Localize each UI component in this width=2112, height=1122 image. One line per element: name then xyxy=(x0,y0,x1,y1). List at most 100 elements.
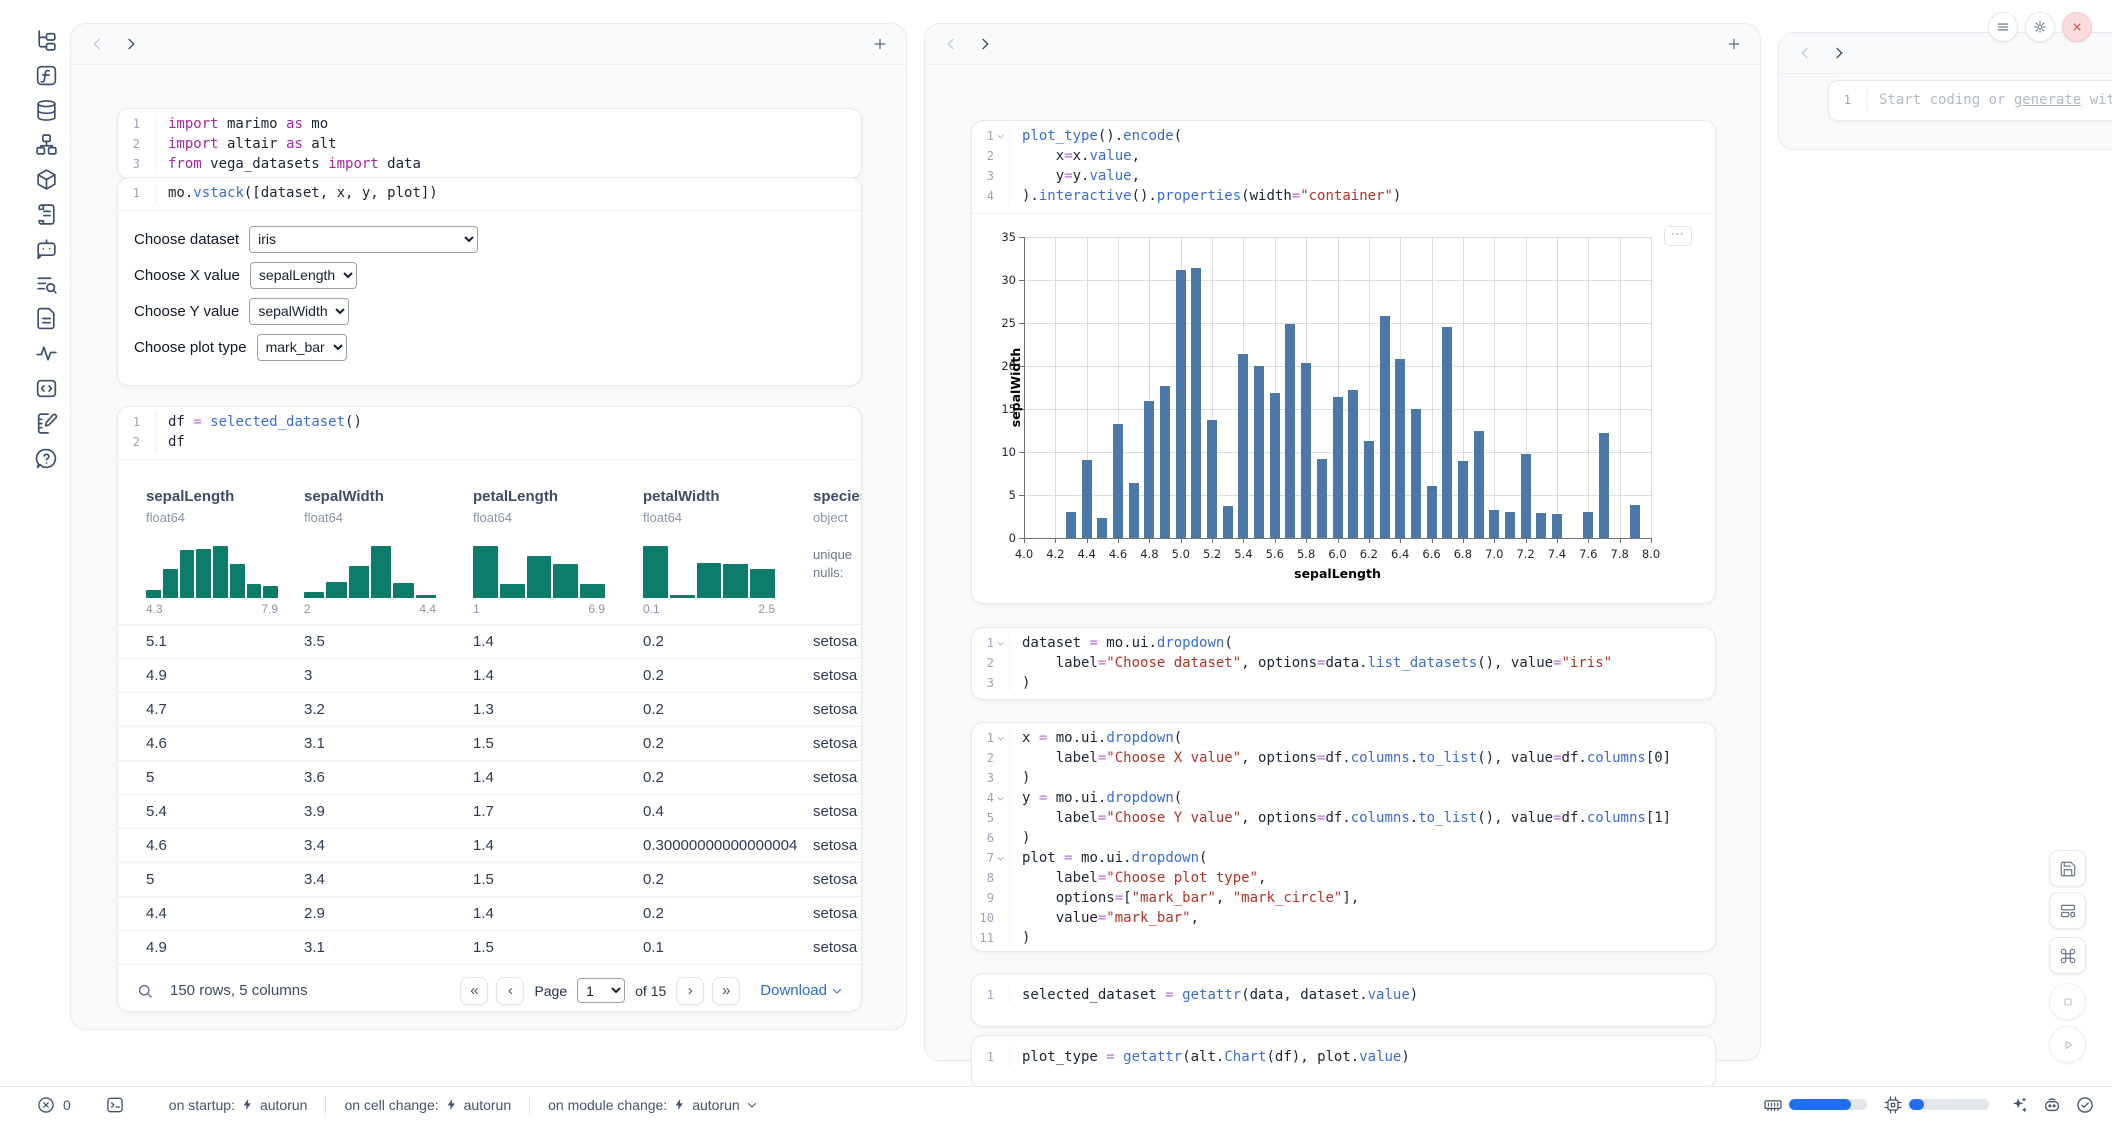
sparkles-icon[interactable] xyxy=(2009,1095,2029,1115)
table-column-header[interactable]: petalWidthfloat640.12.5 xyxy=(643,488,813,618)
sidebar-item-dependency-graph[interactable] xyxy=(34,132,59,157)
on-cell-change-setting[interactable]: on cell change: autorun xyxy=(344,1097,511,1113)
gridline xyxy=(1024,237,1651,238)
cell-vstack[interactable]: 1mo.vstack([dataset, x, y, plot])Choose … xyxy=(117,177,862,386)
table-row[interactable]: 4.73.21.30.2setosa xyxy=(118,692,861,726)
cell-plot-type[interactable]: 1plot_type = getattr(alt.Chart(df), plot… xyxy=(971,1035,1716,1089)
cell-chart[interactable]: 1plot_type().encode(2 x=x.value,3 y=y.va… xyxy=(971,120,1716,604)
cell-editor[interactable]: 1mo.vstack([dataset, x, y, plot]) xyxy=(118,178,861,210)
collapse-chevron-icon[interactable] xyxy=(994,126,1006,146)
cell-editor[interactable]: 1x = mo.ui.dropdown(2 label="Choose X va… xyxy=(972,723,1715,952)
add-cell-button[interactable] xyxy=(1726,36,1742,52)
sidebar-item-scratchpad[interactable] xyxy=(34,411,59,436)
panel-prev-button[interactable] xyxy=(1797,45,1813,61)
errors-icon[interactable] xyxy=(36,1095,56,1115)
collapse-chevron-icon[interactable] xyxy=(994,633,1006,653)
sidebar-item-document[interactable] xyxy=(34,306,59,331)
connection-status-icon[interactable] xyxy=(2075,1095,2095,1115)
search-icon[interactable] xyxy=(136,982,154,1000)
sidebar-item-script[interactable] xyxy=(34,202,59,227)
table-row[interactable]: 53.41.50.2setosa xyxy=(118,862,861,896)
sidebar-item-logs[interactable] xyxy=(34,272,59,297)
gridline xyxy=(1024,323,1651,324)
first-page-button[interactable]: « xyxy=(460,977,488,1005)
cell-editor[interactable]: 1df = selected_dataset()2df xyxy=(118,407,861,459)
plot-type-select[interactable]: mark_bar xyxy=(257,334,347,361)
collapse-chevron-icon[interactable] xyxy=(994,848,1006,868)
settings-button[interactable] xyxy=(2025,12,2055,42)
sidebar-item-file-tree[interactable] xyxy=(34,28,59,53)
sidebar-item-snippets[interactable] xyxy=(34,376,59,401)
on-module-change-setting[interactable]: on module change: autorun xyxy=(548,1097,758,1113)
table-row[interactable]: 4.931.40.2setosa xyxy=(118,658,861,692)
dataset-select[interactable]: iris xyxy=(249,226,478,253)
table-column-header[interactable]: sepalWidthfloat6424.4 xyxy=(304,488,473,618)
y-axis-title: sepalWidth xyxy=(1008,347,1023,426)
last-page-button[interactable]: » xyxy=(712,977,740,1005)
panel-prev-button[interactable] xyxy=(89,36,105,52)
cell-editor[interactable]: 1plot_type = getattr(alt.Chart(df), plot… xyxy=(972,1042,1715,1074)
table-row[interactable]: 5.13.51.40.2setosa xyxy=(118,624,861,658)
terminal-icon[interactable] xyxy=(105,1095,125,1115)
panel-next-button[interactable] xyxy=(977,36,993,52)
sidebar-item-functions[interactable] xyxy=(34,63,59,88)
cell-dataset-dropdown[interactable]: 1dataset = mo.ui.dropdown(2 label="Choos… xyxy=(971,627,1716,700)
cell-xy-dropdowns[interactable]: 1x = mo.ui.dropdown(2 label="Choose X va… xyxy=(971,722,1716,952)
run-button[interactable] xyxy=(2049,1026,2086,1063)
line-number: 3 xyxy=(118,154,140,174)
save-button[interactable] xyxy=(2049,850,2086,887)
code-line: 3 y=y.value, xyxy=(972,166,1715,186)
cell-editor[interactable]: 1dataset = mo.ui.dropdown(2 label="Choos… xyxy=(972,628,1715,700)
sidebar-item-package[interactable] xyxy=(34,167,59,192)
table-column-header[interactable]: sepalLengthfloat644.37.9 xyxy=(146,488,304,618)
table-column-header[interactable]: speciesobjectuniquenulls: xyxy=(813,488,862,618)
table-row[interactable]: 5.43.91.70.4setosa xyxy=(118,794,861,828)
sidebar-item-chat[interactable] xyxy=(34,237,59,262)
next-page-button[interactable]: › xyxy=(676,977,704,1005)
sidebar-item-database[interactable] xyxy=(34,98,59,123)
chart-plot-area[interactable]: 4.04.24.44.64.85.05.25.45.65.86.06.26.46… xyxy=(972,214,1715,601)
x-value-select[interactable]: sepalLength xyxy=(250,262,357,289)
cell-selected-dataset[interactable]: 1selected_dataset = getattr(data, datase… xyxy=(971,973,1716,1027)
layout-button[interactable] xyxy=(2049,892,2086,929)
cell-editor[interactable]: 1plot_type().encode(2 x=x.value,3 y=y.va… xyxy=(972,121,1715,213)
collapse-chevron-icon xyxy=(140,114,152,134)
bot-icon[interactable] xyxy=(2042,1095,2062,1115)
table-row[interactable]: 4.42.91.40.2setosa xyxy=(118,896,861,930)
meta-line: unique xyxy=(813,546,862,564)
table-row[interactable]: 4.63.11.50.2setosa xyxy=(118,726,861,760)
add-cell-button[interactable] xyxy=(872,36,888,52)
shortcuts-button[interactable] xyxy=(2049,937,2086,974)
y-value-select[interactable]: sepalWidth xyxy=(249,298,349,325)
chart-actions-button[interactable]: ⋯ xyxy=(1664,226,1692,246)
cell-editor[interactable]: 1Start coding or generate with xyxy=(1829,81,2112,117)
download-button[interactable]: Download xyxy=(760,982,843,999)
page-select[interactable]: 1 xyxy=(577,978,625,1003)
cell-dataframe[interactable]: 1df = selected_dataset()2df sepalLengthfl… xyxy=(117,406,862,1012)
table-column-header[interactable]: petalLengthfloat6416.9 xyxy=(473,488,643,618)
table-row[interactable]: 4.93.11.50.1setosa xyxy=(118,930,861,964)
prev-page-button[interactable]: ‹ xyxy=(496,977,524,1005)
table-row[interactable]: 4.63.41.40.30000000000000004setosa xyxy=(118,828,861,862)
stop-button[interactable] xyxy=(2049,983,2086,1020)
cell-editor[interactable]: 1selected_dataset = getattr(data, datase… xyxy=(972,980,1715,1012)
collapse-chevron-icon[interactable] xyxy=(994,788,1006,808)
shutdown-button[interactable] xyxy=(2062,12,2092,42)
cell-editor[interactable]: 1import marimo as mo2import altair as al… xyxy=(118,109,861,179)
collapse-chevron-icon[interactable] xyxy=(994,728,1006,748)
panel-next-button[interactable] xyxy=(1831,45,1847,61)
histogram-range: 16.9 xyxy=(473,602,605,618)
sidebar-item-tracing[interactable] xyxy=(34,341,59,366)
collapse-chevron-icon xyxy=(994,908,1006,928)
panel-next-button[interactable] xyxy=(123,36,139,52)
menu-button[interactable] xyxy=(1988,12,2018,42)
cell-imports[interactable]: 1import marimo as mo2import altair as al… xyxy=(117,108,862,179)
axis-tick xyxy=(1651,538,1652,543)
code-text: ).interactive().properties(width="contai… xyxy=(1009,186,1715,206)
cell-scratch[interactable]: 1Start coding or generate with xyxy=(1828,80,2112,121)
panel-header-2 xyxy=(925,24,1760,65)
sidebar-item-help[interactable] xyxy=(34,446,59,471)
table-row[interactable]: 53.61.40.2setosa xyxy=(118,760,861,794)
on-startup-setting[interactable]: on startup: autorun xyxy=(169,1097,308,1113)
panel-prev-button[interactable] xyxy=(943,36,959,52)
